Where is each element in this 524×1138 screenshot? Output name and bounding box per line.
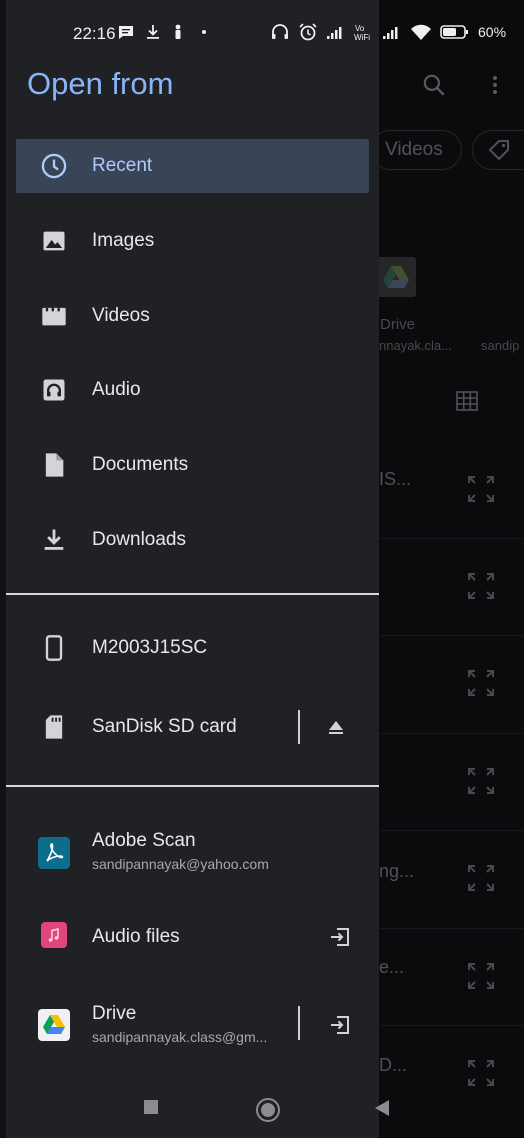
battery-percent: 60%	[478, 24, 507, 40]
svg-text:WiFi: WiFi	[354, 33, 370, 42]
message-icon	[119, 26, 133, 39]
nav-item-label: Videos	[92, 305, 150, 326]
signal-icon	[383, 27, 398, 39]
image-icon	[43, 231, 65, 251]
nav-item-videos[interactable]: Videos	[16, 289, 369, 343]
recents-button[interactable]	[143, 1099, 159, 1115]
audio-files-icon	[41, 922, 67, 948]
nav-item-sd-card[interactable]: SanDisk SD card	[16, 700, 369, 754]
alarm-icon	[299, 23, 317, 41]
nav-item-label: Documents	[92, 454, 189, 475]
drawer-divider	[6, 785, 379, 787]
nav-item-label: Recent	[92, 155, 153, 176]
nav-item-label: SanDisk SD card	[92, 716, 237, 737]
item-separator	[298, 1006, 300, 1040]
download-icon	[44, 529, 64, 550]
nav-item-label: Audio	[92, 379, 141, 400]
clock-icon	[41, 153, 67, 179]
open-in-icon[interactable]	[328, 925, 352, 949]
nav-item-label: Downloads	[92, 529, 186, 550]
download-status-icon	[147, 25, 159, 39]
headset-icon	[272, 24, 288, 39]
nav-item-label: Adobe Scan	[92, 830, 196, 851]
adobe-scan-icon	[38, 837, 70, 869]
nav-item-label: Images	[92, 230, 155, 251]
system-nav-bar	[0, 1078, 524, 1138]
nav-item-audio[interactable]: Audio	[16, 363, 369, 417]
eject-icon[interactable]	[324, 715, 348, 739]
status-bar: 22:16 Vo WiFi 60%	[0, 0, 524, 68]
svg-text:Vo: Vo	[355, 24, 365, 33]
home-button[interactable]	[255, 1097, 281, 1123]
nav-item-label: Audio files	[92, 926, 180, 947]
nav-item-audio-files[interactable]: Audio files	[16, 910, 369, 964]
phone-icon	[45, 635, 63, 661]
document-icon	[45, 453, 64, 477]
scrim[interactable]	[379, 0, 524, 1138]
dot-icon	[202, 30, 206, 34]
account-email: sandipannayak.class@gm...	[92, 1029, 268, 1045]
navigation-drawer: Open from Recent Images Videos Audio Doc…	[6, 0, 379, 1138]
sd-card-icon	[45, 715, 63, 739]
battery-icon	[440, 25, 468, 39]
status-icons-right: Vo WiFi 60%	[270, 22, 506, 42]
back-button[interactable]	[372, 1098, 392, 1118]
signal-icon	[327, 27, 342, 39]
google-drive-icon	[38, 1009, 70, 1041]
nav-item-images[interactable]: Images	[16, 214, 369, 268]
drawer-divider	[6, 593, 379, 595]
status-icons-left	[118, 24, 206, 40]
nav-item-downloads[interactable]: Downloads	[16, 513, 369, 567]
status-time: 22:16	[73, 24, 116, 43]
nav-item-label: M2003J15SC	[92, 637, 208, 658]
video-icon	[42, 307, 66, 326]
nav-item-label: Drive	[92, 1003, 137, 1024]
nav-item-drive[interactable]: Drive sandipannayak.class@gm...	[16, 995, 369, 1055]
nav-item-adobe-scan[interactable]: Adobe Scan sandipannayak@yahoo.com	[16, 822, 369, 882]
nav-item-documents[interactable]: Documents	[16, 438, 369, 492]
item-separator	[298, 710, 300, 744]
drawer-title: Open from	[27, 66, 174, 101]
vowifi-icon: Vo WiFi	[354, 24, 370, 42]
wifi-icon	[411, 24, 431, 40]
notification-icon	[175, 24, 181, 39]
nav-item-device-storage[interactable]: M2003J15SC	[16, 621, 369, 675]
audio-icon	[43, 379, 65, 401]
open-in-icon[interactable]	[328, 1013, 352, 1037]
nav-item-recent[interactable]: Recent	[16, 139, 369, 193]
account-email: sandipannayak@yahoo.com	[92, 856, 269, 872]
